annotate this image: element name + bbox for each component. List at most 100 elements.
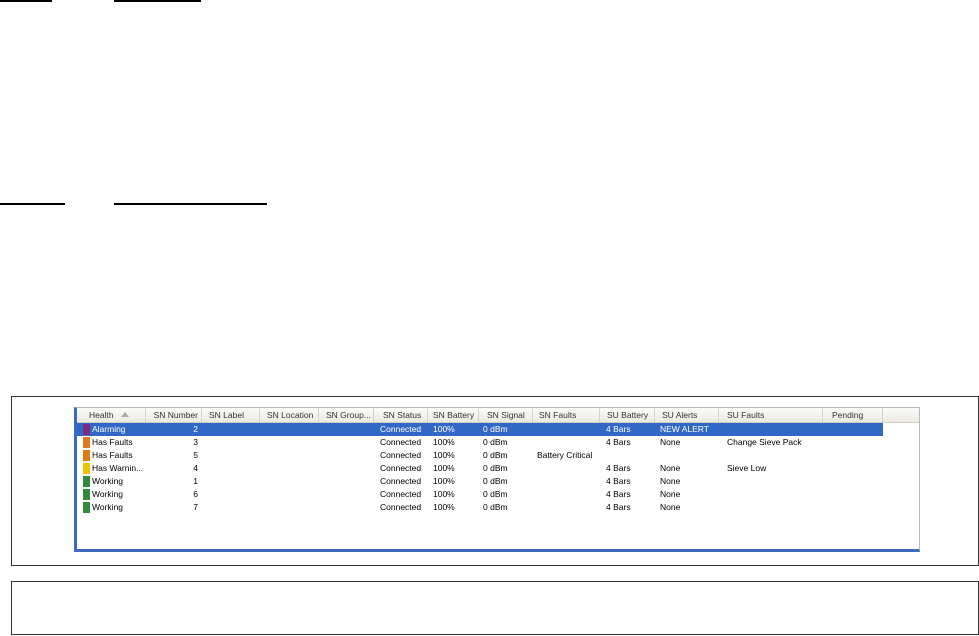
cell-sn-number: 1 [193,476,198,486]
cell-sn-group [319,488,374,501]
cell-sn-group [319,449,374,462]
column-header-su-faults[interactable]: SU Faults [719,408,823,422]
column-header-su-battery[interactable]: SU Battery [600,408,655,422]
cell-sn-label [202,501,260,514]
cell-sn-location [260,449,319,462]
cell-health: Has Warnin... [92,463,144,473]
cell-health: Working [92,476,124,486]
column-header-health[interactable]: Health [80,408,146,422]
cell-su-alerts: NEW ALERT [660,424,709,434]
cell-pending [832,475,883,488]
table-row[interactable]: Has Warnin... 4 Connected 100% 0 dBm 4 Bars No… [77,462,883,475]
cell-sn-battery: 100% [433,450,455,460]
table-row[interactable]: Has Faults 3 Connected 100% 0 dBm 4 Bars None C… [77,436,883,449]
column-header-label: SU Faults [727,410,765,420]
cell-sn-group [319,475,374,488]
cell-sn-location [260,436,319,449]
health-working-icon [83,489,90,500]
cell-sn-battery: 100% [433,463,455,473]
cell-sn-number: 7 [193,502,198,512]
cell-sn-signal: 0 dBm [483,450,508,460]
cell-su-faults: Change Sieve Pack [727,437,802,447]
cell-pending [832,462,883,475]
cell-sn-status: Connected [380,424,422,434]
column-header-label: SU Alerts [662,410,698,420]
cell-pending [832,488,883,501]
cell-sn-number: 6 [193,489,198,499]
cell-sn-faults [537,423,600,436]
table-row[interactable]: Working 7 Connected 100% 0 dBm 4 Bars None [77,501,883,514]
column-header-sn-number[interactable]: SN Number [146,408,202,422]
column-header-sn-status[interactable]: SN Status [374,408,428,422]
health-working-icon [83,502,90,513]
cell-health: Working [92,489,124,499]
column-header-label: Pending [832,410,864,420]
cell-health: Alarming [92,424,126,434]
column-header-label: SN Group... [326,410,371,420]
table-row[interactable]: Has Faults 5 Connected 100% 0 dBm Battery Cri… [77,449,883,462]
table-row[interactable]: Alarming 2 Connected 100% 0 dBm 4 Bars NEW ALE… [77,423,883,436]
cell-sn-battery: 100% [433,489,455,499]
column-header-pending[interactable]: Pending [823,408,883,422]
column-header-label: SN Signal [487,410,525,420]
caption-box [11,581,979,635]
cell-sn-label [202,488,260,501]
cell-sn-number: 2 [193,424,198,434]
cell-sn-label [202,423,260,436]
cell-sn-location [260,462,319,475]
health-working-icon [83,476,90,487]
health-has-warning-icon [83,463,90,474]
cell-sn-faults [537,436,600,449]
table-row[interactable]: Working 6 Connected 100% 0 dBm 4 Bars None [77,488,883,501]
cell-sn-label [202,436,260,449]
cell-su-faults [727,501,823,514]
cell-sn-number: 5 [193,450,198,460]
cell-pending [832,423,883,436]
cell-sn-status: Connected [380,450,422,460]
mid-rule-right [114,203,267,205]
cell-su-alerts [660,449,719,462]
cell-sn-label [202,449,260,462]
cell-su-battery: 4 Bars [606,437,631,447]
table-row[interactable]: Working 1 Connected 100% 0 dBm 4 Bars None [77,475,883,488]
cell-health: Has Faults [92,450,133,460]
cell-sn-label [202,475,260,488]
cell-pending [832,449,883,462]
cell-pending [832,436,883,449]
column-header-label: SN Status [383,410,422,420]
cell-su-battery: 4 Bars [606,463,631,473]
column-header-sn-group[interactable]: SN Group... [319,408,374,422]
column-header-sn-signal[interactable]: SN Signal [479,408,533,422]
cell-sn-group [319,436,374,449]
cell-sn-status: Connected [380,437,422,447]
cell-sn-signal: 0 dBm [483,489,508,499]
cell-su-faults [727,488,823,501]
cell-health: Has Faults [92,437,133,447]
cell-sn-location [260,423,319,436]
cell-sn-faults: Battery Critical [537,450,593,460]
cell-pending [832,501,883,514]
cell-health: Working [92,502,124,512]
column-header-label: SN Location [267,410,314,420]
cell-sn-group [319,462,374,475]
column-header-su-alerts[interactable]: SU Alerts [655,408,719,422]
cell-sn-faults [537,501,600,514]
device-status-grid: Health SN Number SN Label SN Location SN… [74,407,920,552]
cell-sn-number: 4 [193,463,198,473]
top-rule-left [0,0,52,2]
cell-su-battery [606,449,655,462]
cell-su-faults [727,475,823,488]
column-header-sn-label[interactable]: SN Label [202,408,260,422]
cell-su-alerts: None [660,489,681,499]
cell-sn-number: 3 [193,437,198,447]
column-header-sn-location[interactable]: SN Location [260,408,319,422]
cell-su-faults [727,423,823,436]
cell-sn-battery: 100% [433,476,455,486]
column-header-label: SN Battery [433,410,475,420]
cell-sn-battery: 100% [433,502,455,512]
cell-sn-location [260,475,319,488]
sort-ascending-icon [120,412,129,417]
column-header-sn-faults[interactable]: SN Faults [533,408,600,422]
column-header-sn-battery[interactable]: SN Battery [428,408,479,422]
cell-su-faults [727,449,823,462]
